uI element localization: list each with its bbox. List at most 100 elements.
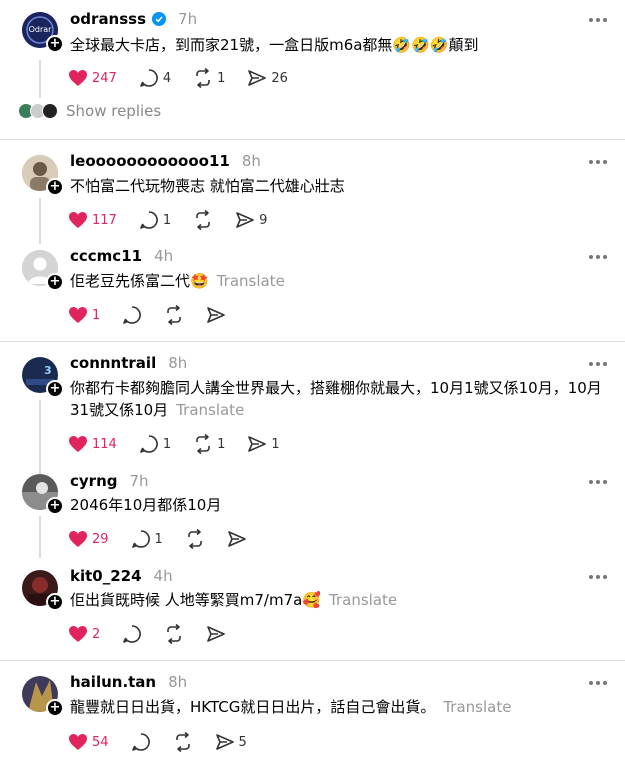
username[interactable]: leoooooooooooo11: [70, 152, 230, 170]
follow-plus-icon[interactable]: +: [46, 380, 64, 398]
reply-button[interactable]: 1: [131, 529, 163, 549]
repost-button[interactable]: [193, 210, 213, 230]
post-text: 龍豐就日日出貨，HKTCG就日日出片，話自己會出貨。 Translate: [70, 698, 512, 716]
show-replies-button[interactable]: Show replies: [18, 102, 161, 120]
thread-line: [39, 198, 41, 244]
like-button[interactable]: 54: [68, 732, 109, 752]
share-button[interactable]: [206, 305, 226, 325]
avatar[interactable]: +: [22, 155, 64, 196]
username[interactable]: connntrail: [70, 354, 156, 372]
send-icon: [207, 307, 226, 323]
translate-link[interactable]: Translate: [176, 401, 244, 419]
post-text: 佢老豆先係富二代🤩 Translate: [70, 272, 285, 290]
follow-plus-icon[interactable]: +: [46, 35, 64, 53]
follow-plus-icon[interactable]: +: [46, 178, 64, 196]
reply-button[interactable]: [131, 732, 151, 752]
thread-line: [39, 400, 41, 475]
send-icon: [248, 436, 267, 452]
like-button[interactable]: 114: [68, 434, 117, 454]
like-button[interactable]: 117: [68, 210, 117, 230]
translate-link[interactable]: Translate: [443, 698, 511, 716]
thread-line: [39, 60, 41, 98]
heart-filled-icon: [69, 734, 87, 750]
post-header: kit0_224 4h: [70, 567, 173, 585]
comment-icon: [131, 530, 150, 548]
reply-button[interactable]: [122, 624, 142, 644]
post-text: 你都冇卡都夠膽同人講全世界最大，搭雞棚你就最大，10月1號又係10月，10月31…: [70, 379, 602, 419]
follow-plus-icon[interactable]: +: [46, 593, 64, 611]
share-count: 5: [238, 734, 247, 750]
comment-icon: [123, 625, 142, 643]
post-header: cccmc11 4h: [70, 247, 173, 265]
repost-button[interactable]: 1: [193, 68, 225, 88]
share-button[interactable]: 5: [215, 732, 247, 752]
follow-plus-icon[interactable]: +: [46, 699, 64, 717]
heart-filled-icon: [69, 212, 87, 228]
username[interactable]: cyrng: [70, 472, 117, 490]
repost-button[interactable]: [173, 732, 193, 752]
send-icon: [236, 212, 254, 228]
avatar[interactable]: Odrar +: [22, 12, 64, 53]
more-options-icon[interactable]: [589, 155, 609, 169]
share-button[interactable]: [206, 624, 226, 644]
repost-button[interactable]: [164, 305, 184, 325]
reply-count: 4: [162, 70, 172, 86]
follow-plus-icon[interactable]: +: [46, 497, 64, 515]
more-options-icon[interactable]: [589, 13, 609, 27]
post-header: odransss 7h: [70, 10, 197, 28]
share-button[interactable]: [227, 529, 247, 549]
like-button[interactable]: 29: [68, 529, 109, 549]
avatar[interactable]: 3 +: [22, 357, 64, 398]
avatar[interactable]: +: [22, 676, 64, 717]
reply-button[interactable]: 4: [139, 68, 171, 88]
send-icon: [228, 531, 246, 547]
like-button[interactable]: 247: [68, 68, 117, 88]
reply-button[interactable]: [122, 305, 142, 325]
like-count: 247: [92, 70, 117, 86]
like-button[interactable]: 2: [68, 624, 100, 644]
heart-filled-icon: [69, 307, 87, 323]
action-bar: 114 1 1 1: [68, 434, 302, 454]
like-count: 1: [92, 307, 101, 323]
like-button[interactable]: 1: [68, 305, 100, 325]
more-options-icon[interactable]: [589, 570, 609, 584]
repost-icon: [175, 732, 190, 752]
avatar-label: Odrar: [29, 25, 53, 34]
repost-button[interactable]: [164, 624, 184, 644]
avatar[interactable]: +: [22, 250, 64, 291]
send-icon: [248, 70, 267, 86]
share-button[interactable]: 1: [247, 434, 280, 454]
username[interactable]: cccmc11: [70, 247, 142, 265]
share-button[interactable]: 9: [235, 210, 267, 230]
repost-button[interactable]: 1: [193, 434, 225, 454]
verified-badge-icon: [152, 12, 167, 26]
share-count: 1: [271, 436, 280, 452]
like-count: 29: [92, 531, 109, 547]
divider: [0, 341, 625, 342]
more-options-icon[interactable]: [589, 250, 609, 264]
username[interactable]: kit0_224: [70, 567, 142, 585]
post-text: 2046年10月都係10月: [70, 496, 222, 514]
heart-filled-icon: [69, 626, 87, 642]
reply-button[interactable]: 1: [139, 210, 171, 230]
comment-icon: [140, 211, 158, 229]
share-button[interactable]: 26: [247, 68, 288, 88]
like-count: 2: [92, 626, 101, 642]
follow-plus-icon[interactable]: +: [46, 273, 64, 291]
repost-icon: [196, 68, 210, 88]
username[interactable]: hailun.tan: [70, 673, 156, 691]
reply-count: 1: [162, 212, 172, 228]
avatar[interactable]: +: [22, 570, 64, 611]
more-options-icon[interactable]: [589, 475, 609, 489]
comment-icon: [131, 733, 150, 751]
translate-link[interactable]: Translate: [329, 591, 397, 609]
more-options-icon[interactable]: [589, 357, 609, 371]
avatar[interactable]: +: [22, 474, 64, 515]
username[interactable]: odransss: [70, 10, 146, 28]
post-time: 7h: [129, 472, 149, 490]
repost-button[interactable]: [185, 529, 205, 549]
like-count: 117: [92, 212, 117, 228]
translate-link[interactable]: Translate: [217, 272, 285, 290]
reply-button[interactable]: 1: [139, 434, 171, 454]
more-options-icon[interactable]: [589, 676, 609, 690]
